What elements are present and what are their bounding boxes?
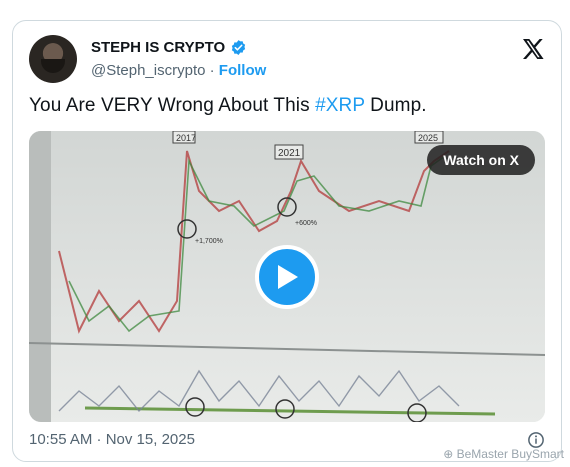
- tweet-text-before: You Are VERY Wrong About This: [29, 95, 316, 116]
- watermark: ⊕ BeMaster BuySmart: [443, 447, 564, 461]
- label-2017: 2017: [176, 133, 196, 143]
- hashtag-link[interactable]: #XRP: [315, 95, 365, 116]
- label-2021: 2021: [278, 148, 301, 159]
- label-pct-1: +1,700%: [195, 238, 223, 245]
- video-media[interactable]: 2017 2021 2025 +1,700% +600% Watch on X: [29, 131, 545, 422]
- author-name-row[interactable]: STEPH IS CRYPTO: [91, 39, 247, 56]
- avatar[interactable]: [29, 35, 77, 83]
- author-handle[interactable]: @Steph_iscrypto: [91, 62, 205, 79]
- separator: ·: [209, 62, 215, 79]
- play-button[interactable]: [255, 245, 319, 309]
- watch-on-x-button[interactable]: Watch on X: [427, 145, 535, 175]
- tweet-text-after: Dump.: [364, 95, 427, 116]
- timestamp[interactable]: 10:55 AM · Nov 15, 2025: [29, 431, 195, 448]
- label-pct-2: +600%: [295, 220, 317, 227]
- label-2025: 2025: [418, 133, 438, 143]
- tweet-text: You Are VERY Wrong About This #XRP Dump.: [29, 95, 427, 117]
- play-icon: [278, 265, 298, 289]
- verified-badge-icon: [232, 40, 246, 55]
- author-handle-row: @Steph_iscrypto · Follow: [91, 62, 266, 79]
- tweet-card[interactable]: STEPH IS CRYPTO @Steph_iscrypto · Follow…: [12, 20, 562, 462]
- x-logo-icon[interactable]: [521, 37, 545, 61]
- author-name[interactable]: STEPH IS CRYPTO: [91, 39, 225, 56]
- follow-button[interactable]: Follow: [219, 62, 267, 79]
